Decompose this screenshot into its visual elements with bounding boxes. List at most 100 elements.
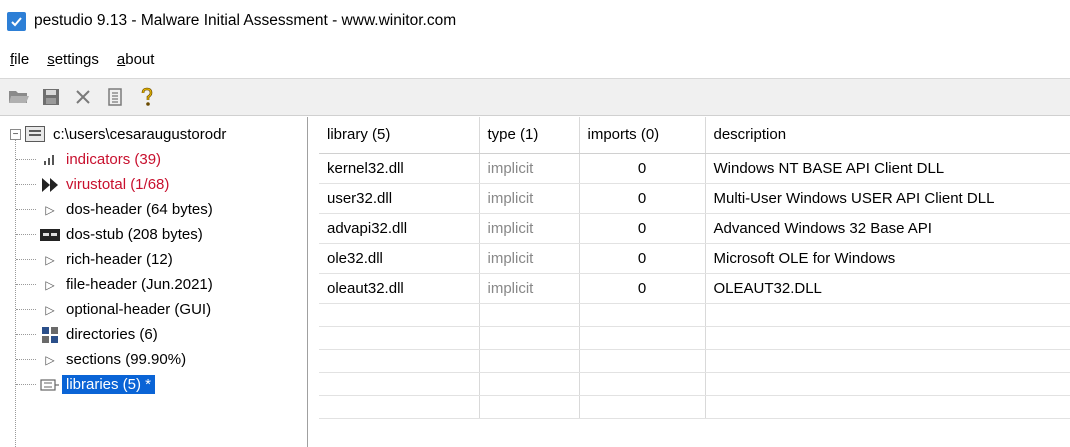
cell-description: Microsoft OLE for Windows <box>705 243 1070 274</box>
empty-cell <box>319 326 480 350</box>
tree-connector <box>16 184 36 185</box>
tree-item-dos-header[interactable]: ▷ dos-header (64 bytes) <box>16 197 213 222</box>
empty-cell <box>319 395 480 419</box>
empty-row <box>319 326 1070 350</box>
tree-item-label: dos-header (64 bytes) <box>66 201 213 218</box>
cell-description: Windows NT BASE API Client DLL <box>705 153 1070 184</box>
tree-item-rich-header[interactable]: ▷ rich-header (12) <box>16 247 173 272</box>
cell-imports: 0 <box>579 153 706 184</box>
open-folder-icon[interactable] <box>8 86 30 108</box>
menu-file-rest: ile <box>14 50 30 68</box>
cell-type: implicit <box>479 183 580 214</box>
library-icon <box>40 378 60 392</box>
cell-description: Advanced Windows 32 Base API <box>705 213 1070 244</box>
save-icon[interactable] <box>40 86 62 108</box>
triangle-icon: ▷ <box>45 277 55 292</box>
file-icon <box>25 126 45 142</box>
empty-row <box>319 303 1070 327</box>
tree-item-label: optional-header (GUI) <box>66 301 212 318</box>
tree-item-virustotal[interactable]: virustotal (1/68) <box>16 172 169 197</box>
tree-item-label: dos-stub (208 bytes) <box>66 226 203 243</box>
collapse-icon[interactable]: − <box>10 128 21 140</box>
empty-cell <box>579 372 706 396</box>
close-icon[interactable] <box>72 86 94 108</box>
tree-item-dos-stub[interactable]: dos-stub (208 bytes) <box>16 222 203 247</box>
empty-cell <box>579 326 706 350</box>
tree-connector <box>16 284 36 285</box>
column-header-library[interactable]: library (5) <box>319 117 480 154</box>
empty-cell <box>705 326 1070 350</box>
column-header-imports[interactable]: imports (0) <box>579 117 706 154</box>
libraries-table: library (5) type (1) imports (0) descrip… <box>319 117 1070 447</box>
column-header-description[interactable]: description <box>705 117 1070 154</box>
window-title: pestudio 9.13 - Malware Initial Assessme… <box>34 12 457 29</box>
cell-library: kernel32.dll <box>319 153 480 184</box>
menu-file[interactable]: file <box>4 51 35 68</box>
cell-description: OLEAUT32.DLL <box>705 273 1070 304</box>
empty-row <box>319 395 1070 419</box>
empty-cell <box>479 303 580 327</box>
empty-cell <box>705 395 1070 419</box>
empty-cell <box>579 349 706 373</box>
tree-root[interactable]: − c:\users\cesaraugustorodr <box>10 121 226 147</box>
grid-icon <box>40 326 60 343</box>
empty-cell <box>319 303 480 327</box>
tree-item-label: virustotal (1/68) <box>66 176 170 193</box>
triangle-icon: ▷ <box>45 252 55 267</box>
menu-about-accel: a <box>116 50 126 68</box>
tree-item-label: directories (6) <box>66 326 158 343</box>
empty-cell <box>705 303 1070 327</box>
table-row[interactable]: user32.dll implicit 0 Multi-User Windows… <box>319 183 1070 214</box>
terminal-icon <box>40 228 60 241</box>
bars-icon <box>40 154 60 165</box>
cell-type: implicit <box>479 243 580 274</box>
app-check-icon <box>7 11 26 31</box>
empty-cell <box>579 303 706 327</box>
menu-about-rest: bout <box>125 50 155 68</box>
tree-connector <box>16 234 36 235</box>
document-icon[interactable] <box>104 86 126 108</box>
help-icon[interactable] <box>136 86 158 108</box>
tree-item-indicators[interactable]: indicators (39) <box>16 147 161 172</box>
cell-imports: 0 <box>579 243 706 274</box>
tree-connector <box>16 159 36 160</box>
empty-cell <box>319 372 480 396</box>
cell-imports: 0 <box>579 213 706 244</box>
empty-cell <box>319 349 480 373</box>
tree-root-label: c:\users\cesaraugustorodr <box>53 125 227 143</box>
table-row[interactable]: advapi32.dll implicit 0 Advanced Windows… <box>319 213 1070 244</box>
cell-type: implicit <box>479 213 580 244</box>
tree-view: − c:\users\cesaraugustorodr indicators (… <box>0 117 308 447</box>
tree-item-file-header[interactable]: ▷ file-header (Jun.2021) <box>16 272 213 297</box>
cell-type: implicit <box>479 273 580 304</box>
menu-settings[interactable]: settings <box>41 51 105 68</box>
empty-row <box>319 349 1070 373</box>
tree-item-optional-header[interactable]: ▷ optional-header (GUI) <box>16 297 211 322</box>
cell-library: ole32.dll <box>319 243 480 274</box>
empty-cell <box>705 372 1070 396</box>
empty-cell <box>479 372 580 396</box>
tree-item-label: libraries (5) * <box>62 375 156 394</box>
triangle-icon: ▷ <box>45 352 55 367</box>
tree-connector <box>16 384 36 385</box>
empty-cell <box>479 395 580 419</box>
table-row[interactable]: oleaut32.dll implicit 0 OLEAUT32.DLL <box>319 273 1070 304</box>
empty-cell <box>579 395 706 419</box>
table-row[interactable]: ole32.dll implicit 0 Microsoft OLE for W… <box>319 243 1070 274</box>
tree-connector <box>16 359 36 360</box>
tree-item-directories[interactable]: directories (6) <box>16 322 158 347</box>
cell-imports: 0 <box>579 183 706 214</box>
menu-about[interactable]: about <box>111 51 161 68</box>
tree-item-libraries[interactable]: libraries (5) * <box>16 372 156 397</box>
table-row[interactable]: kernel32.dll implicit 0 Windows NT BASE … <box>319 153 1070 184</box>
tree-item-label: rich-header (12) <box>66 251 173 268</box>
empty-cell <box>705 349 1070 373</box>
column-header-type[interactable]: type (1) <box>479 117 580 154</box>
tree-connector <box>16 209 36 210</box>
menu-settings-accel: s <box>47 50 55 68</box>
title-bar: pestudio 9.13 - Malware Initial Assessme… <box>0 0 1070 42</box>
cell-library: advapi32.dll <box>319 213 480 244</box>
tree-connector <box>16 309 36 310</box>
tree-item-sections[interactable]: ▷ sections (99.90%) <box>16 347 186 372</box>
cell-imports: 0 <box>579 273 706 304</box>
